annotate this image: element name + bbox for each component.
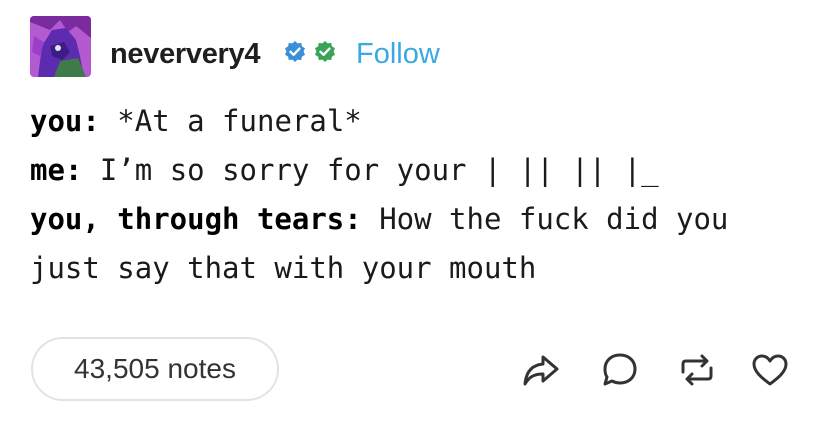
post-line: just say that with your mouth <box>30 244 810 293</box>
blue-verified-icon <box>283 40 307 64</box>
post-line: you, through tears: How the fuck did you <box>30 195 810 244</box>
like-icon[interactable] <box>748 348 792 392</box>
green-verified-icon <box>313 40 337 64</box>
line-text: I’m so sorry for your | || || |_ <box>82 153 659 187</box>
speaker-label: you, through tears: <box>30 202 362 236</box>
avatar[interactable] <box>30 16 91 77</box>
post-body: you: *At a funeral* me: I’m so sorry for… <box>30 97 810 293</box>
notes-count-button[interactable]: 43,505 notes <box>31 337 279 401</box>
reblog-icon[interactable] <box>675 348 719 392</box>
post-header: neververy4 Follow <box>30 16 790 80</box>
follow-button[interactable]: Follow <box>356 37 440 71</box>
share-icon[interactable] <box>519 348 563 392</box>
line-text: *At a funeral* <box>99 104 362 138</box>
post-line: you: *At a funeral* <box>30 97 810 146</box>
post-line: me: I’m so sorry for your | || || |_ <box>30 146 810 195</box>
username[interactable]: neververy4 <box>110 37 260 71</box>
line-text: How the fuck did you <box>361 202 729 236</box>
line-text: just say that with your mouth <box>30 251 537 285</box>
speaker-label: you: <box>30 104 100 138</box>
speaker-label: me: <box>30 153 83 187</box>
reply-icon[interactable] <box>598 348 642 392</box>
